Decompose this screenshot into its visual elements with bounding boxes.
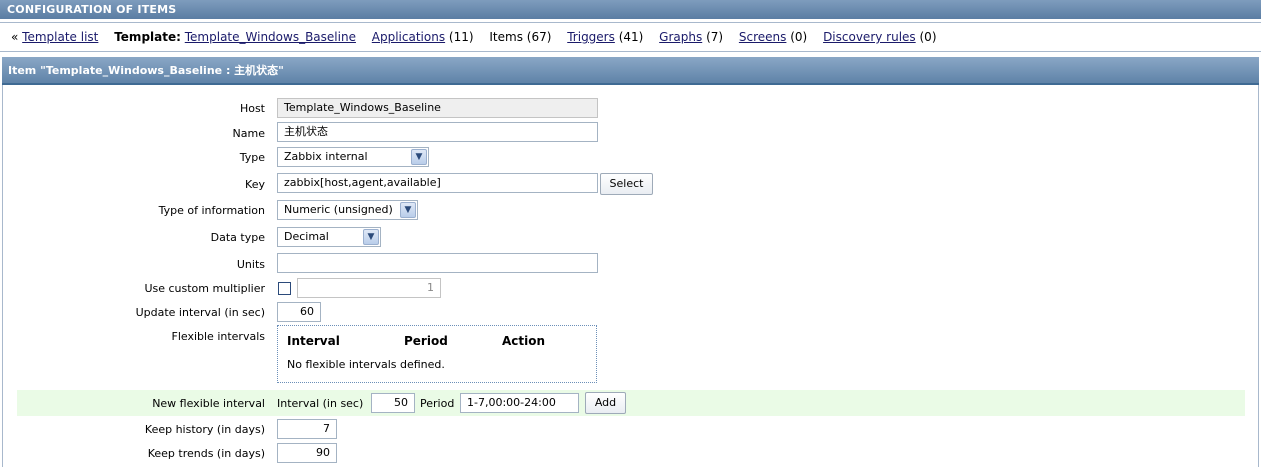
flex-header-interval: Interval (287, 334, 340, 348)
data-type-select[interactable]: Decimal ▼ (277, 227, 381, 247)
chevron-down-icon: ▼ (400, 202, 416, 218)
items-label: Items (67) (489, 30, 552, 44)
new-period-field[interactable]: 1-7,00:00-24:00 (460, 393, 579, 413)
multiplier-label: Use custom multiplier (144, 282, 265, 295)
template-name-link[interactable]: Template_Windows_Baseline (185, 30, 356, 44)
flex-empty-message: No flexible intervals defined. (287, 358, 445, 371)
type-select-value: Zabbix internal (284, 150, 368, 163)
keep-history-label: Keep history (in days) (144, 423, 265, 436)
template-list-link[interactable]: Template list (22, 30, 98, 44)
type-info-select-value: Numeric (unsigned) (284, 203, 393, 216)
period-label: Period (420, 397, 455, 410)
graphs-link[interactable]: Graphs (659, 30, 702, 44)
type-info-select[interactable]: Numeric (unsigned) ▼ (277, 200, 418, 220)
data-type-label: Data type (210, 231, 265, 244)
discovery-rules-count: (0) (919, 30, 937, 44)
flexible-intervals-label: Flexible intervals (171, 330, 266, 343)
multiplier-checkbox[interactable] (278, 282, 291, 295)
new-flex-interval-label: New flexible interval (152, 397, 265, 410)
flex-header-action: Action (502, 334, 546, 348)
keep-trends-label: Keep trends (in days) (147, 447, 265, 460)
name-field[interactable]: 主机状态 (277, 122, 598, 142)
new-interval-field[interactable]: 50 (371, 393, 415, 413)
breadcrumb-nav: « Template list Template: Template_Windo… (0, 22, 1261, 52)
add-button[interactable]: Add (585, 392, 626, 414)
key-label: Key (245, 178, 265, 191)
select-button[interactable]: Select (600, 173, 653, 195)
flex-header-period: Period (404, 334, 448, 348)
units-field[interactable] (277, 253, 598, 273)
page-header: CONFIGURATION OF ITEMS (0, 0, 1261, 19)
page-title: CONFIGURATION OF ITEMS (7, 3, 177, 16)
update-interval-field[interactable]: 60 (277, 302, 321, 322)
units-label: Units (236, 258, 265, 271)
flexible-intervals-table: Interval Period Action No flexible inter… (277, 325, 597, 383)
keep-history-field[interactable]: 7 (277, 419, 337, 439)
type-label: Type (239, 151, 265, 164)
multiplier-field[interactable]: 1 (297, 278, 441, 298)
screens-link[interactable]: Screens (739, 30, 787, 44)
triggers-link[interactable]: Triggers (567, 30, 615, 44)
type-info-label: Type of information (158, 204, 265, 217)
graphs-count: (7) (706, 30, 724, 44)
applications-link[interactable]: Applications (372, 30, 445, 44)
host-field: Template_Windows_Baseline (277, 98, 598, 118)
form-title: Item "Template_Windows_Baseline : 主机状态" (2, 57, 1259, 85)
template-label: Template: (114, 30, 181, 44)
update-interval-label: Update interval (in sec) (135, 306, 265, 319)
type-select[interactable]: Zabbix internal ▼ (277, 147, 429, 167)
applications-count: (11) (448, 30, 474, 44)
chevron-down-icon: ▼ (411, 149, 427, 165)
key-field[interactable]: zabbix[host,agent,available] (277, 173, 598, 193)
name-label: Name (232, 127, 265, 140)
back-arrow-icon: « (11, 30, 19, 44)
data-type-select-value: Decimal (284, 230, 329, 243)
chevron-down-icon: ▼ (363, 229, 379, 245)
discovery-rules-link[interactable]: Discovery rules (823, 30, 916, 44)
screens-count: (0) (790, 30, 808, 44)
keep-trends-field[interactable]: 90 (277, 443, 337, 463)
interval-label: Interval (in sec) (277, 397, 364, 410)
triggers-count: (41) (618, 30, 644, 44)
host-label: Host (239, 102, 265, 115)
